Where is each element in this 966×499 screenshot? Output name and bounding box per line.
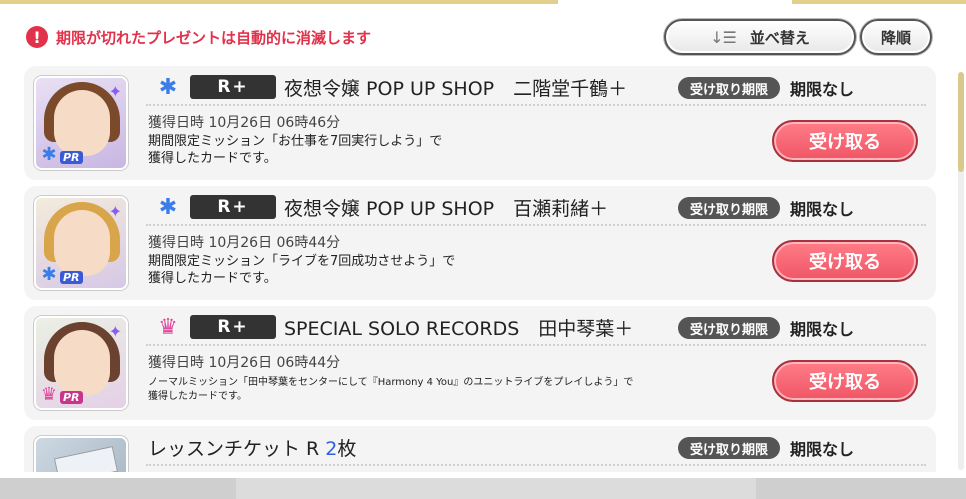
order-button[interactable]: 降順 [860,19,932,55]
attribute-icon: ✱ [158,194,178,220]
attribute-icon: ✱ [158,74,178,100]
attribute-star-icon: ✱ [41,264,57,285]
sparkle-icon: ✦ [108,82,122,101]
item-quantity: 2 [325,437,338,460]
order-button-label: 降順 [880,28,911,47]
ticket-icon [53,446,119,472]
attribute-icon: ♛ [158,314,178,340]
rarity-badge: R+ [190,195,276,219]
pr-badge: PR [60,151,83,164]
present-list[interactable]: ✦ ✱ PR ✱ R+ 夜想令嬢 POP UP SHOP 二階堂千鶴＋ 受け取り… [0,66,966,472]
sparkle-icon: ✦ [108,322,122,341]
expire-badge: 受け取り期限 [678,197,781,219]
acquired-date: 獲得日時 10月26日 06時46分 [148,115,341,131]
expire-badge: 受け取り期限 [678,437,781,459]
scrollbar-thumb[interactable] [958,72,964,172]
sparkle-icon: ✦ [108,202,122,221]
notice-text: 期限が切れたプレゼントは自動的に消滅します [56,28,372,47]
pr-badge: PR [60,271,83,284]
item-description: ノーマルミッション「田中琴葉をセンターにして『Harmony 4 You』のユニ… [148,377,634,402]
item-description: 期間限定ミッション「ライブを7回成功させよう」で 獲得したカードです。 [148,254,456,286]
divider [146,104,926,106]
item-title: SPECIAL SOLO RECORDS 田中琴葉＋ [284,317,634,340]
receive-button[interactable]: 受け取る [772,120,918,162]
acquired-date: 獲得日時 10月26日 06時44分 [148,235,341,251]
divider [146,224,926,226]
rarity-badge: R+ [190,75,276,99]
receive-button[interactable]: 受け取る [772,240,918,282]
card-thumbnail[interactable]: ✦ ✱ PR [34,196,128,290]
top-accent-left [0,0,558,4]
expire-value: 期限なし [790,320,855,339]
expire-badge: 受け取り期限 [678,77,781,99]
sort-list-icon: ↓☰ [710,27,737,47]
expire-value: 期限なし [790,440,855,459]
expire-value: 期限なし [790,80,855,99]
attribute-crown-icon: ♛ [40,384,58,405]
item-description: 期間限定ミッション「お仕事を7回実行しよう」で 獲得したカードです。 [148,134,443,166]
expire-value: 期限なし [790,200,855,219]
attribute-star-icon: ✱ [41,144,57,165]
item-title: レッスンチケット R 2枚 [148,437,357,460]
list-item: レッスンチケット R 2枚 受け取り期限 期限なし [24,426,936,472]
item-title: 夜想令嬢 POP UP SHOP 百瀬莉緒＋ [284,197,609,220]
sort-button-label: 並べ替え [749,28,810,47]
item-title: 夜想令嬢 POP UP SHOP 二階堂千鶴＋ [284,77,628,100]
list-item: ✦ ♛ PR ♛ R+ SPECIAL SOLO RECORDS 田中琴葉＋ 受… [24,306,936,420]
ticket-thumbnail[interactable] [34,436,128,472]
list-item: ✦ ✱ PR ✱ R+ 夜想令嬢 POP UP SHOP 二階堂千鶴＋ 受け取り… [24,66,936,180]
list-item: ✦ ✱ PR ✱ R+ 夜想令嬢 POP UP SHOP 百瀬莉緒＋ 受け取り期… [24,186,936,300]
card-thumbnail[interactable]: ✦ ♛ PR [34,316,128,410]
divider [146,464,926,466]
rarity-badge: R+ [190,315,276,339]
bottom-bar [0,478,966,499]
sort-button[interactable]: ↓☰ 並べ替え [664,19,856,55]
expiry-notice: ! 期限が切れたプレゼントは自動的に消滅します [26,24,371,50]
top-accent-right [792,0,966,4]
pr-badge: PR [60,391,83,404]
card-thumbnail[interactable]: ✦ ✱ PR [34,76,128,170]
expire-badge: 受け取り期限 [678,317,781,339]
receive-button[interactable]: 受け取る [772,360,918,402]
divider [146,344,926,346]
acquired-date: 獲得日時 10月26日 06時44分 [148,355,341,371]
exclamation-icon: ! [26,26,48,48]
